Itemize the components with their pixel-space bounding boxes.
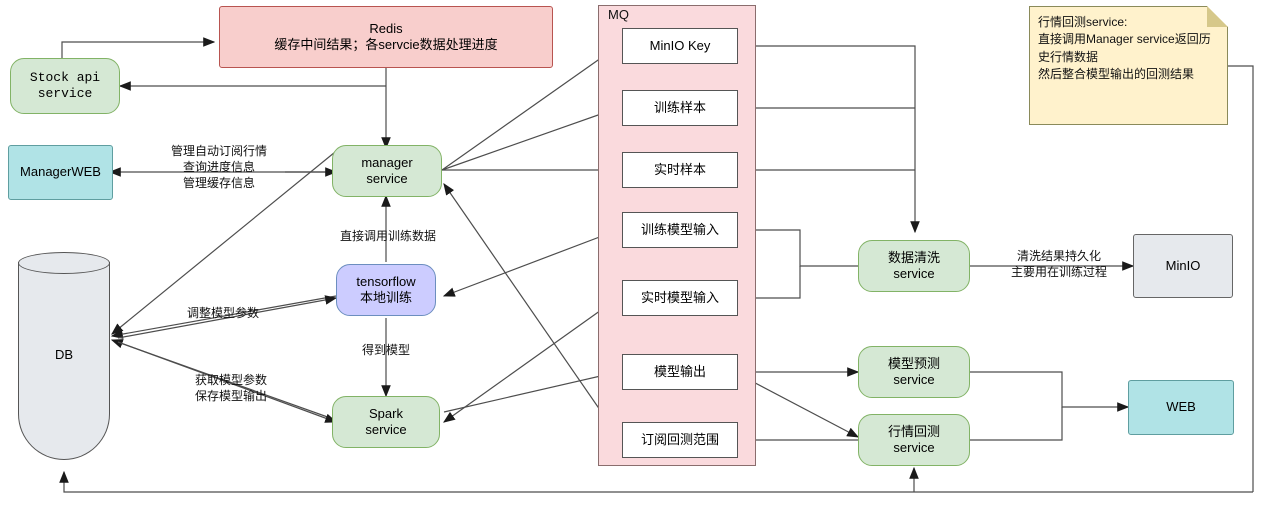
node-minio[interactable]: MinIO	[1133, 234, 1233, 298]
node-model-predict-service[interactable]: 模型预测 service	[858, 346, 970, 398]
node-data-clean-service-label: 数据清洗 service	[887, 249, 940, 281]
node-web-label: WEB	[1166, 399, 1196, 415]
mq-item-subscribe-backtest-range-label: 订阅回测范围	[640, 431, 719, 447]
node-model-predict-service-label: 模型预测 service	[887, 355, 940, 387]
node-data-clean-service[interactable]: 数据清洗 service	[858, 240, 970, 292]
wire-spark-modeloutput	[443, 369, 620, 413]
node-manager-web[interactable]: ManagerWEB	[8, 145, 113, 200]
node-redis[interactable]: Redis 缓存中间结果；各servcie数据处理进度	[219, 6, 553, 68]
node-stock-api-service-label: Stock api service	[29, 69, 101, 101]
node-redis-label: Redis 缓存中间结果；各servcie数据处理进度	[274, 20, 498, 52]
edge-label-fetch-save-model: 获取模型参数 保存模型输出	[194, 373, 267, 404]
edge-label-adjust-model-params: 调整模型参数	[186, 306, 259, 320]
node-tensorflow-label: tensorflow 本地训练	[356, 273, 416, 305]
node-spark-service[interactable]: Spark service	[332, 396, 440, 448]
mq-item-realtime-sample[interactable]: 实时样本	[622, 152, 738, 188]
mq-item-training-model-input[interactable]: 训练模型输入	[622, 212, 738, 248]
node-db-label: DB	[54, 347, 74, 362]
wire-backtest-web	[970, 407, 1063, 441]
edge-label-clean-persist: 清洗结果持久化 主要用在训练过程	[1010, 249, 1107, 280]
node-spark-service-label: Spark service	[365, 405, 407, 437]
node-minio-label: MinIO	[1165, 257, 1201, 273]
mq-item-minio-key[interactable]: MinIO Key	[622, 28, 738, 64]
mq-item-model-output-label: 模型输出	[653, 363, 706, 379]
node-market-backtest-service-label: 行情回测 service	[887, 423, 940, 455]
wire-bus-db	[59, 470, 1253, 493]
mq-item-realtime-sample-label: 实时样本	[653, 161, 706, 177]
wire-predict-web	[970, 371, 1130, 412]
node-web[interactable]: WEB	[1128, 380, 1234, 435]
node-manager-service[interactable]: manager service	[332, 145, 442, 197]
node-tensorflow[interactable]: tensorflow 本地训练	[336, 264, 436, 316]
wire-realtimeinput-spark	[443, 297, 619, 423]
wire-dataclean-traininput	[738, 225, 858, 267]
mq-item-training-model-input-label: 训练模型输入	[640, 221, 719, 237]
db-top-ellipse	[18, 252, 110, 274]
node-db[interactable]: DB	[18, 252, 110, 470]
mq-item-minio-key-label: MinIO Key	[649, 37, 711, 53]
edge-label-get-model: 得到模型	[361, 343, 410, 357]
mq-item-model-output[interactable]: 模型输出	[622, 354, 738, 390]
mq-item-subscribe-backtest-range[interactable]: 订阅回测范围	[622, 422, 738, 458]
wire-subscribe-manager	[443, 183, 619, 437]
node-market-backtest-service[interactable]: 行情回测 service	[858, 414, 970, 466]
diagram-canvas: Redis 缓存中间结果；各servcie数据处理进度 Stock api se…	[0, 0, 1265, 508]
mq-group-title: MQ	[608, 7, 629, 22]
wire-traininput-tensorflow	[442, 229, 619, 297]
mq-item-training-sample[interactable]: 训练样本	[622, 90, 738, 126]
node-stock-api-service[interactable]: Stock api service	[10, 58, 120, 114]
mq-item-realtime-model-input-label: 实时模型输入	[640, 289, 719, 305]
edge-label-manager-web: 管理自动订阅行情 查询进度信息 管理缓存信息	[170, 144, 267, 191]
wire-manager-trainsample	[441, 107, 620, 171]
node-manager-service-label: manager service	[361, 154, 413, 186]
sticky-note-text: 行情回测service: 直接调用Manager service返回历史行情数据…	[1038, 15, 1211, 82]
wire-queues-dataclean	[738, 45, 920, 234]
edge-label-call-training-data: 直接调用训练数据	[339, 229, 436, 243]
mq-item-training-sample-label: 训练样本	[653, 99, 706, 115]
mq-item-realtime-model-input[interactable]: 实时模型输入	[622, 280, 738, 316]
sticky-note[interactable]: 行情回测service: 直接调用Manager service返回历史行情数据…	[1029, 6, 1228, 125]
wire-modeloutput-backtest	[739, 374, 860, 438]
node-manager-web-label: ManagerWEB	[20, 164, 101, 180]
